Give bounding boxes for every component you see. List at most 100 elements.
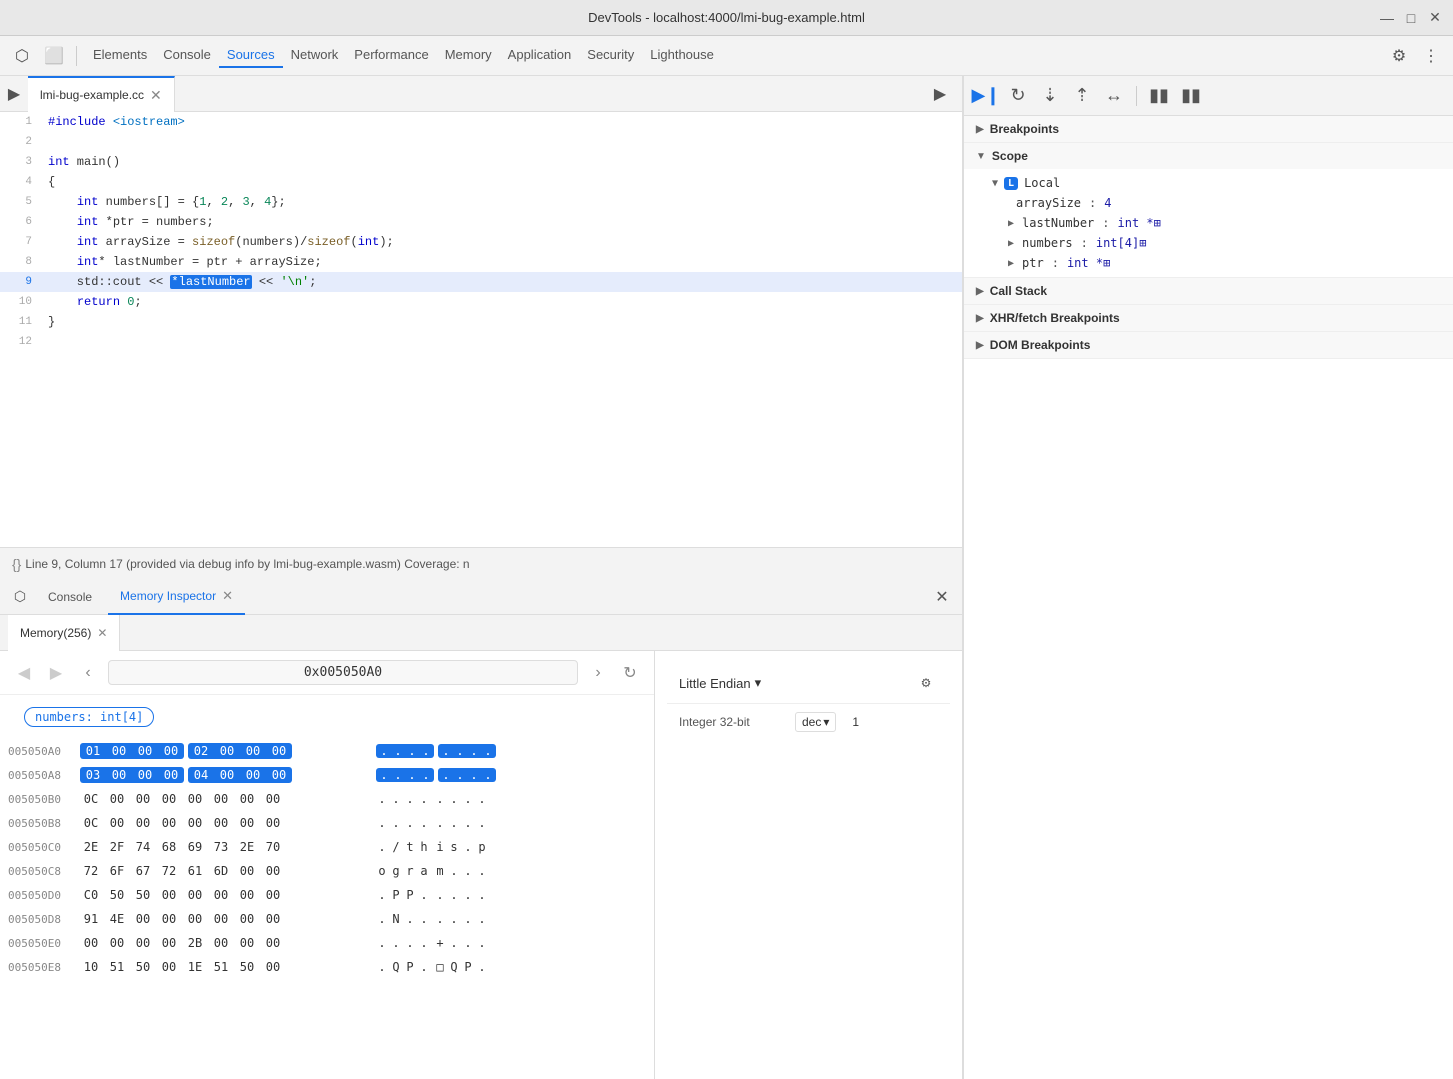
memory-char: .	[376, 840, 388, 854]
xhr-header[interactable]: ▶ XHR/fetch Breakpoints	[964, 305, 1453, 331]
step-into-button[interactable]: ⇣	[1036, 82, 1064, 110]
memory-address: 005050D8	[8, 913, 80, 926]
step-out-button[interactable]: ⇡	[1068, 82, 1096, 110]
memory-char: P	[404, 888, 416, 902]
scope-item-ptr[interactable]: ▶ ptr : int *⊞	[964, 253, 1453, 273]
memory-char: .	[418, 888, 430, 902]
step-over-button[interactable]: ↻	[1004, 82, 1032, 110]
chars-group-1: ./ t h	[376, 840, 430, 854]
status-icon: {}	[12, 556, 21, 572]
memory-chars: ....+...	[376, 936, 488, 950]
tab-memory[interactable]: Memory	[437, 43, 500, 68]
memory-back-button[interactable]: ◀	[12, 661, 36, 685]
memory-left: ◀ ◀ ‹ › ↻ numbers: int[4] 005	[0, 651, 655, 1079]
memory-address: 005050C8	[8, 865, 80, 878]
tab-application[interactable]: Application	[500, 43, 580, 68]
tab-performance[interactable]: Performance	[346, 43, 436, 68]
numbers-colon: :	[1081, 236, 1088, 250]
memory-char: .	[434, 816, 446, 830]
memory-inspector-tab[interactable]: Memory Inspector ✕	[108, 579, 245, 615]
tab-elements[interactable]: Elements	[85, 43, 155, 68]
dom-breakpoints-header[interactable]: ▶ DOM Breakpoints	[964, 332, 1453, 358]
tab-console[interactable]: Console	[155, 43, 219, 68]
bytes-group-2: 00000000	[184, 791, 284, 807]
memory-fwd-button[interactable]: ◀	[44, 661, 68, 685]
memory-byte: 51	[106, 959, 128, 975]
memory-row: 005050C02E2F746869732E70./ t h i s. p	[0, 835, 654, 859]
memory-bytes: 0100000002000000	[80, 743, 360, 759]
memory-address-input[interactable]	[108, 660, 578, 685]
tab-lighthouse[interactable]: Lighthouse	[642, 43, 722, 68]
memory-byte: 00	[184, 887, 206, 903]
cursor-icon[interactable]: ⬡	[8, 42, 36, 70]
memory-row: 005050B80C00000000000000........	[0, 811, 654, 835]
resume-button[interactable]: ▶❙	[972, 82, 1000, 110]
memory-chars: ........	[376, 792, 488, 806]
call-stack-header[interactable]: ▶ Call Stack	[964, 278, 1453, 304]
sidebar-toggle-icon[interactable]: ▶	[0, 80, 28, 108]
minimize-button[interactable]: —	[1379, 10, 1395, 26]
chars-group-2: ....	[434, 816, 488, 830]
more-files-icon[interactable]: ▶	[926, 80, 954, 108]
tab-network[interactable]: Network	[283, 43, 347, 68]
int-format-select[interactable]: dec ▾	[795, 712, 836, 732]
bytes-group-2: 1E515000	[184, 959, 284, 975]
memory-char: Q	[448, 960, 460, 974]
scope-item-arraysize[interactable]: arraySize : 4	[964, 193, 1453, 213]
deactivate-breakpoints-button[interactable]: ▮▮	[1145, 82, 1173, 110]
memory-256-tab[interactable]: Memory(256) ✕	[8, 615, 120, 651]
bytes-group-2: 69732E70	[184, 839, 284, 855]
endian-select[interactable]: Little Endian ▾	[679, 675, 761, 691]
tab-security[interactable]: Security	[579, 43, 642, 68]
file-tab-name: lmi-bug-example.cc	[40, 88, 144, 102]
memory-byte: 0C	[80, 815, 102, 831]
memory-byte: 00	[268, 743, 290, 759]
memory-next-button[interactable]: ›	[586, 661, 610, 685]
step-button[interactable]: ↔	[1100, 82, 1128, 110]
scope-item-lastnumber[interactable]: ▶ lastNumber : int *⊞	[964, 213, 1453, 233]
file-tab[interactable]: lmi-bug-example.cc ✕	[28, 76, 175, 112]
memory-char: s	[448, 840, 460, 854]
call-stack-chevron-icon: ▶	[976, 286, 984, 297]
code-content-1: #include <iostream>	[48, 112, 185, 132]
memory-row: 005050E0000000002B000000....+...	[0, 931, 654, 955]
tab-sources[interactable]: Sources	[219, 43, 283, 68]
memory-inspector-tab-close[interactable]: ✕	[222, 588, 233, 604]
memory-prev-button[interactable]: ‹	[76, 661, 100, 685]
settings-icon[interactable]: ⚙	[1385, 42, 1413, 70]
scope-header[interactable]: ▼ Scope	[964, 143, 1453, 169]
bytes-group-1: 726F6772	[80, 863, 180, 879]
pause-exceptions-button[interactable]: ▮▮	[1177, 82, 1205, 110]
memory-refresh-button[interactable]: ↻	[618, 661, 642, 685]
restore-button[interactable]: □	[1403, 10, 1419, 26]
scope-item-numbers[interactable]: ▶ numbers : int[4]⊞	[964, 233, 1453, 253]
file-tab-close[interactable]: ✕	[150, 88, 162, 102]
console-tab[interactable]: Console	[36, 579, 104, 615]
memory-content: ◀ ◀ ‹ › ↻ numbers: int[4] 005	[0, 651, 962, 1079]
memory-char: .	[418, 792, 430, 806]
close-button[interactable]: ✕	[1427, 10, 1443, 26]
chars-group-1: ....	[376, 768, 434, 782]
bottom-panel-toggle-icon[interactable]: ⬡	[8, 585, 32, 609]
memory-address: 005050A0	[8, 745, 80, 758]
memory-byte: 6D	[210, 863, 232, 879]
main-toolbar: ⬡ ⬜ ElementsConsoleSourcesNetworkPerform…	[0, 36, 1453, 76]
code-area[interactable]: 1 #include <iostream> 2 3 int main() 4 {	[0, 112, 962, 547]
scope-label: Scope	[992, 149, 1028, 163]
memory-char: .	[406, 744, 418, 758]
status-text: Line 9, Column 17 (provided via debug in…	[25, 557, 469, 571]
endian-settings-button[interactable]: ⚙	[914, 671, 938, 695]
memory-tab-label: Memory(256)	[20, 626, 91, 640]
breakpoints-header[interactable]: ▶ Breakpoints	[964, 116, 1453, 142]
responsive-icon[interactable]: ⬜	[40, 42, 68, 70]
more-icon[interactable]: ⋮	[1417, 42, 1445, 70]
memory-tab-close[interactable]: ✕	[97, 626, 107, 640]
memory-table[interactable]: 005050A00100000002000000........005050A8…	[0, 739, 654, 1079]
file-tab-bar: ▶ lmi-bug-example.cc ✕ ▶	[0, 76, 962, 112]
local-chevron-icon: ▼	[992, 178, 998, 189]
memory-char: .	[462, 840, 474, 854]
close-bottom-panel-button[interactable]: ✕	[930, 585, 954, 609]
local-item[interactable]: ▼ L Local	[964, 173, 1453, 193]
memory-char: Q	[390, 960, 402, 974]
code-content-3: int main()	[48, 152, 120, 172]
